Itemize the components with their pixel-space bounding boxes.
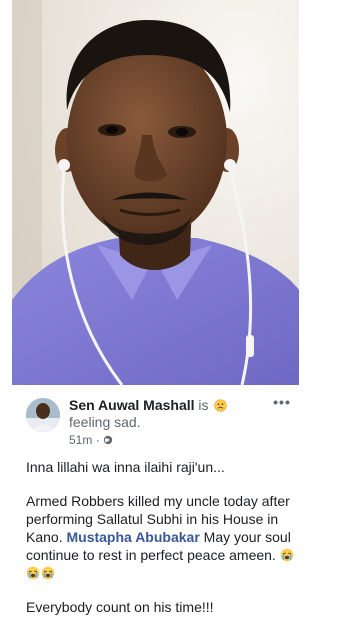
mention-link[interactable]: Mustapha Abubakar xyxy=(66,529,199,545)
post-paragraph-3: Everybody count on his time!!! xyxy=(26,599,214,615)
post-paragraph-1: Inna lillahi wa inna ilaihi raji'un... xyxy=(26,459,225,475)
more-options-button[interactable]: ••• xyxy=(271,395,293,410)
author-name-link[interactable]: Sen Auwal Mashall xyxy=(69,397,195,413)
timestamp-link[interactable]: 51m xyxy=(69,433,92,447)
author-is-text: is xyxy=(198,397,209,413)
meta-separator: · xyxy=(95,433,100,447)
selfie-illustration xyxy=(12,0,299,385)
crying-face-emoji-icon xyxy=(41,566,55,580)
post-body: Inna lillahi wa inna ilaihi raji'un... A… xyxy=(26,458,302,629)
feeling-text: feeling sad. xyxy=(69,414,141,430)
post-meta: 51m · xyxy=(69,433,113,447)
author-avatar[interactable] xyxy=(26,398,60,432)
author-line: Sen Auwal Mashall is feeling sad. xyxy=(69,397,259,431)
post-header: Sen Auwal Mashall is feeling sad. 51m · … xyxy=(26,395,296,447)
globe-icon[interactable] xyxy=(103,435,113,445)
post-paragraph-2: Armed Robbers killed my uncle today afte… xyxy=(26,492,302,582)
avatar-image xyxy=(26,398,60,432)
crying-face-emoji-icon xyxy=(26,566,40,580)
post-photo[interactable] xyxy=(12,0,299,385)
crying-face-emoji-icon xyxy=(280,548,294,562)
sad-face-emoji-icon xyxy=(214,399,228,412)
facebook-post-screenshot: Sen Auwal Mashall is feeling sad. 51m · … xyxy=(0,0,341,629)
